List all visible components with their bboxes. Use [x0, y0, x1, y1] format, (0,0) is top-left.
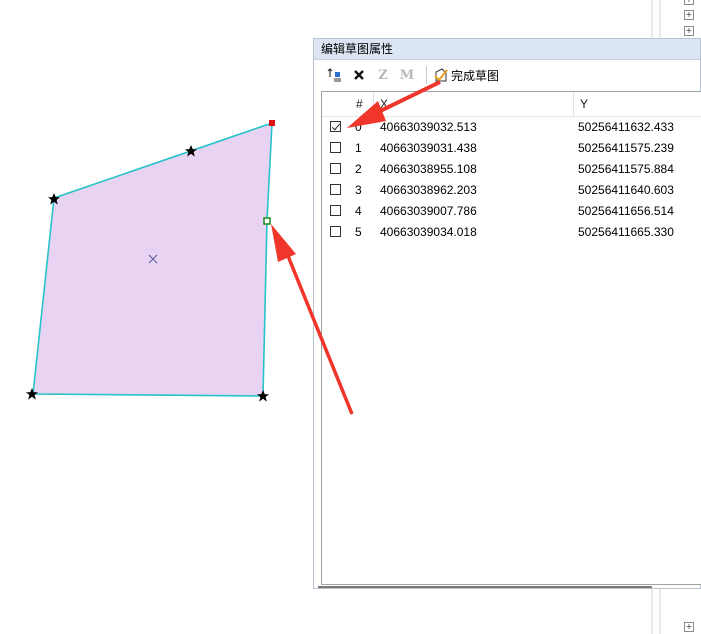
grid-header: # X Y	[322, 92, 701, 117]
tree-expand-icon[interactable]: +	[684, 10, 694, 20]
row-checkbox[interactable]	[330, 205, 341, 216]
row-y[interactable]: 50256411575.884	[578, 159, 674, 180]
m-button[interactable]: M	[398, 64, 416, 86]
window-title[interactable]: 编辑草图属性	[314, 39, 700, 60]
row-index: 0	[355, 120, 362, 134]
finish-sketch-label: 完成草图	[451, 68, 500, 83]
finish-sketch-button[interactable]: 完成草图	[433, 64, 499, 86]
row-index: 5	[355, 225, 362, 239]
table-row[interactable]: 2 40663038955.108 50256411575.884	[322, 159, 701, 180]
header-y[interactable]: Y	[574, 92, 701, 116]
row-y[interactable]: 50256411640.603	[578, 180, 674, 201]
vertex-grid: # X Y 0 40663039032.513 50256411632.433 …	[321, 91, 701, 585]
table-row[interactable]: 5 40663039034.018 50256411665.330	[322, 222, 701, 243]
row-y[interactable]: 50256411632.433	[578, 117, 674, 138]
insert-vertex-button[interactable]	[326, 64, 344, 86]
active-vertex-marker[interactable]	[263, 217, 271, 225]
finish-sketch-icon	[434, 68, 448, 82]
insert-vertex-icon	[327, 68, 341, 82]
row-x[interactable]: 40663039034.018	[380, 222, 477, 243]
row-x[interactable]: 40663039031.438	[380, 138, 477, 159]
row-index: 3	[355, 183, 362, 197]
row-x[interactable]: 40663039007.786	[380, 201, 477, 222]
edit-sketch-properties-window: 编辑草图属性 Z M 完成草图 # X Y 0 40663039032.513 …	[313, 38, 701, 589]
tree-expand-icon[interactable]: +	[684, 622, 694, 632]
row-y[interactable]: 50256411575.239	[578, 138, 674, 159]
table-row[interactable]: 4 40663039007.786 50256411656.514	[322, 201, 701, 222]
table-row[interactable]: 3 40663038962.203 50256411640.603	[322, 180, 701, 201]
row-checkbox[interactable]	[330, 121, 341, 132]
row-index: 2	[355, 162, 362, 176]
row-x[interactable]: 40663039032.513	[380, 117, 477, 138]
table-row[interactable]: 0 40663039032.513 50256411632.433	[322, 117, 701, 138]
window-bottom-border	[318, 586, 652, 588]
selected-vertex-marker[interactable]	[269, 120, 275, 126]
tree-expand-icon[interactable]: +	[684, 26, 694, 36]
row-checkbox[interactable]	[330, 163, 341, 174]
header-index[interactable]: #	[350, 92, 374, 116]
row-checkbox[interactable]	[330, 142, 341, 153]
z-button[interactable]: Z	[374, 64, 392, 86]
row-x[interactable]: 40663038962.203	[380, 180, 477, 201]
row-y[interactable]: 50256411656.514	[578, 201, 674, 222]
row-checkbox[interactable]	[330, 184, 341, 195]
toolbar-separator	[426, 66, 427, 84]
delete-vertex-button[interactable]	[350, 64, 368, 86]
row-checkbox[interactable]	[330, 226, 341, 237]
row-y[interactable]: 50256411665.330	[578, 222, 674, 243]
table-row[interactable]: 1 40663039031.438 50256411575.239	[322, 138, 701, 159]
delete-icon	[354, 70, 364, 80]
tree-expand-icon[interactable]: +	[684, 0, 694, 5]
row-index: 4	[355, 204, 362, 218]
header-x[interactable]: X	[374, 92, 574, 116]
row-index: 1	[355, 141, 362, 155]
toolbar: Z M 完成草图	[314, 60, 700, 90]
row-x[interactable]: 40663038955.108	[380, 159, 477, 180]
